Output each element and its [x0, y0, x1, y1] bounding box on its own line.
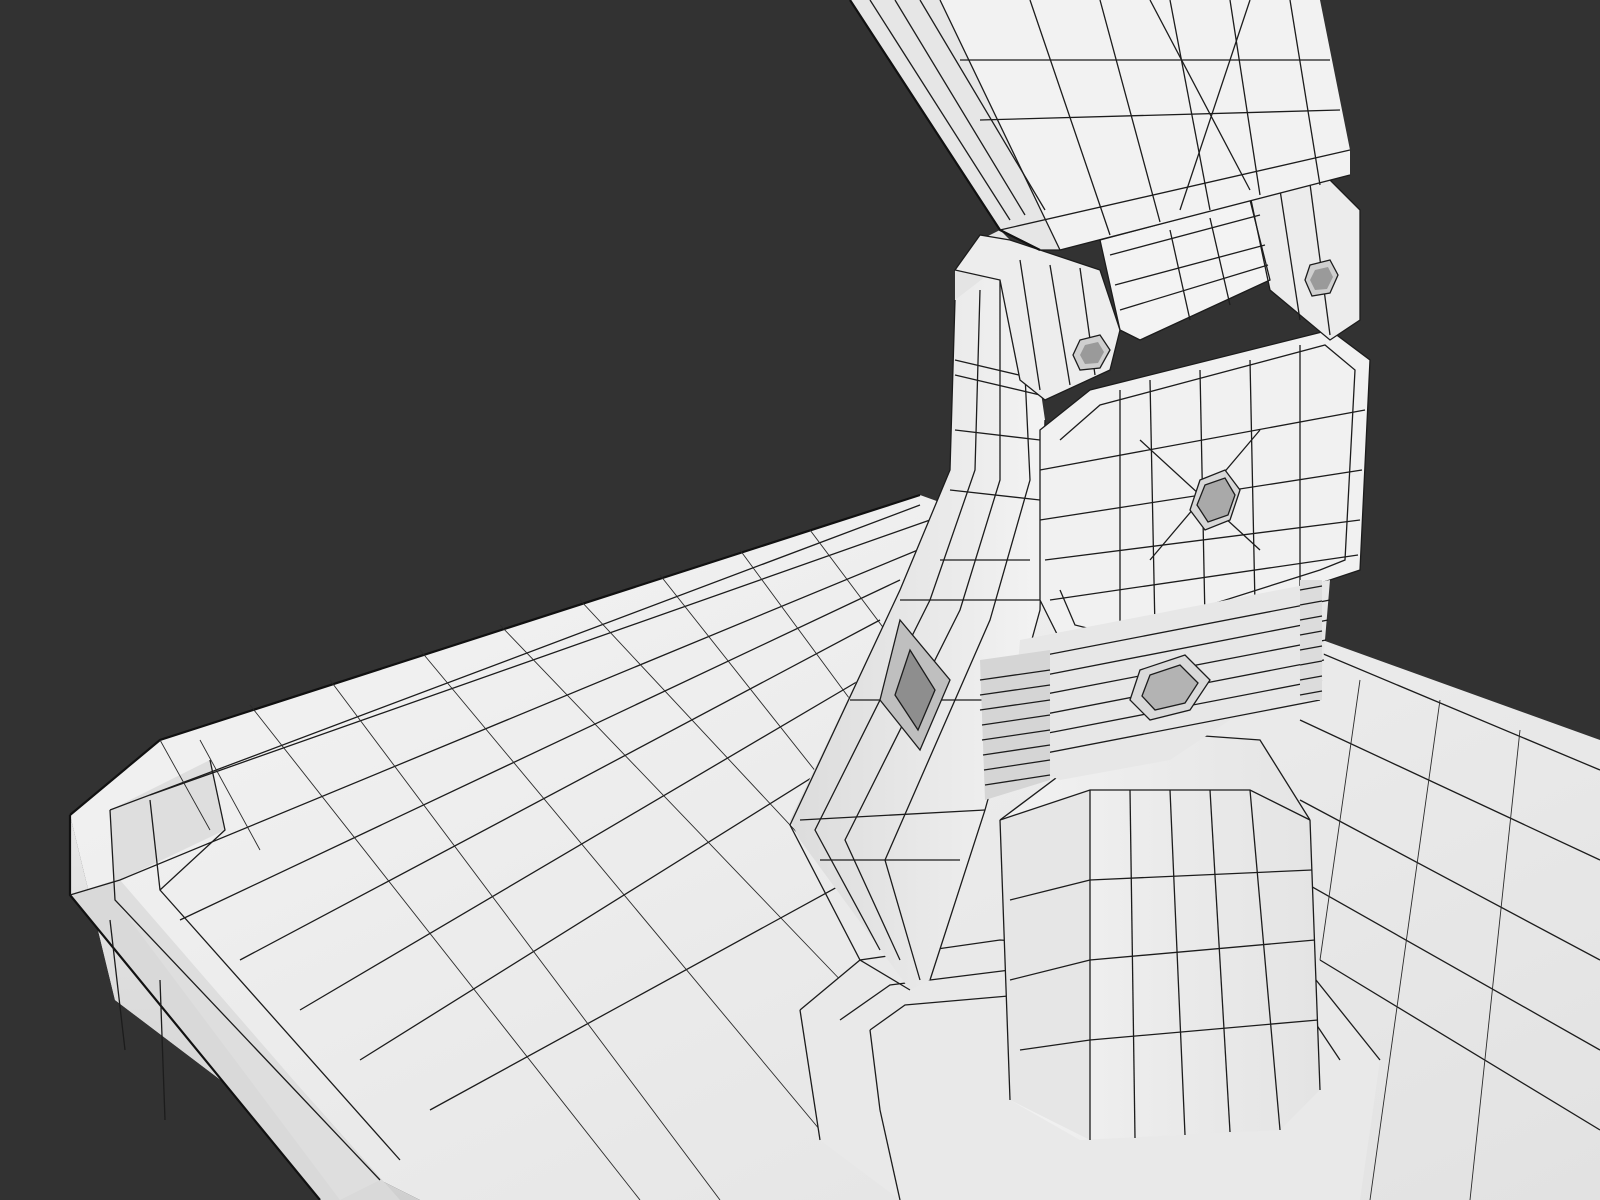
- hinge-right-plate: [1250, 180, 1360, 340]
- wireframe-render: [68, 0, 1600, 1200]
- ribs-right: [1299, 580, 1323, 700]
- 3d-viewport[interactable]: [0, 0, 1600, 1200]
- ribs-left: [979, 650, 1051, 800]
